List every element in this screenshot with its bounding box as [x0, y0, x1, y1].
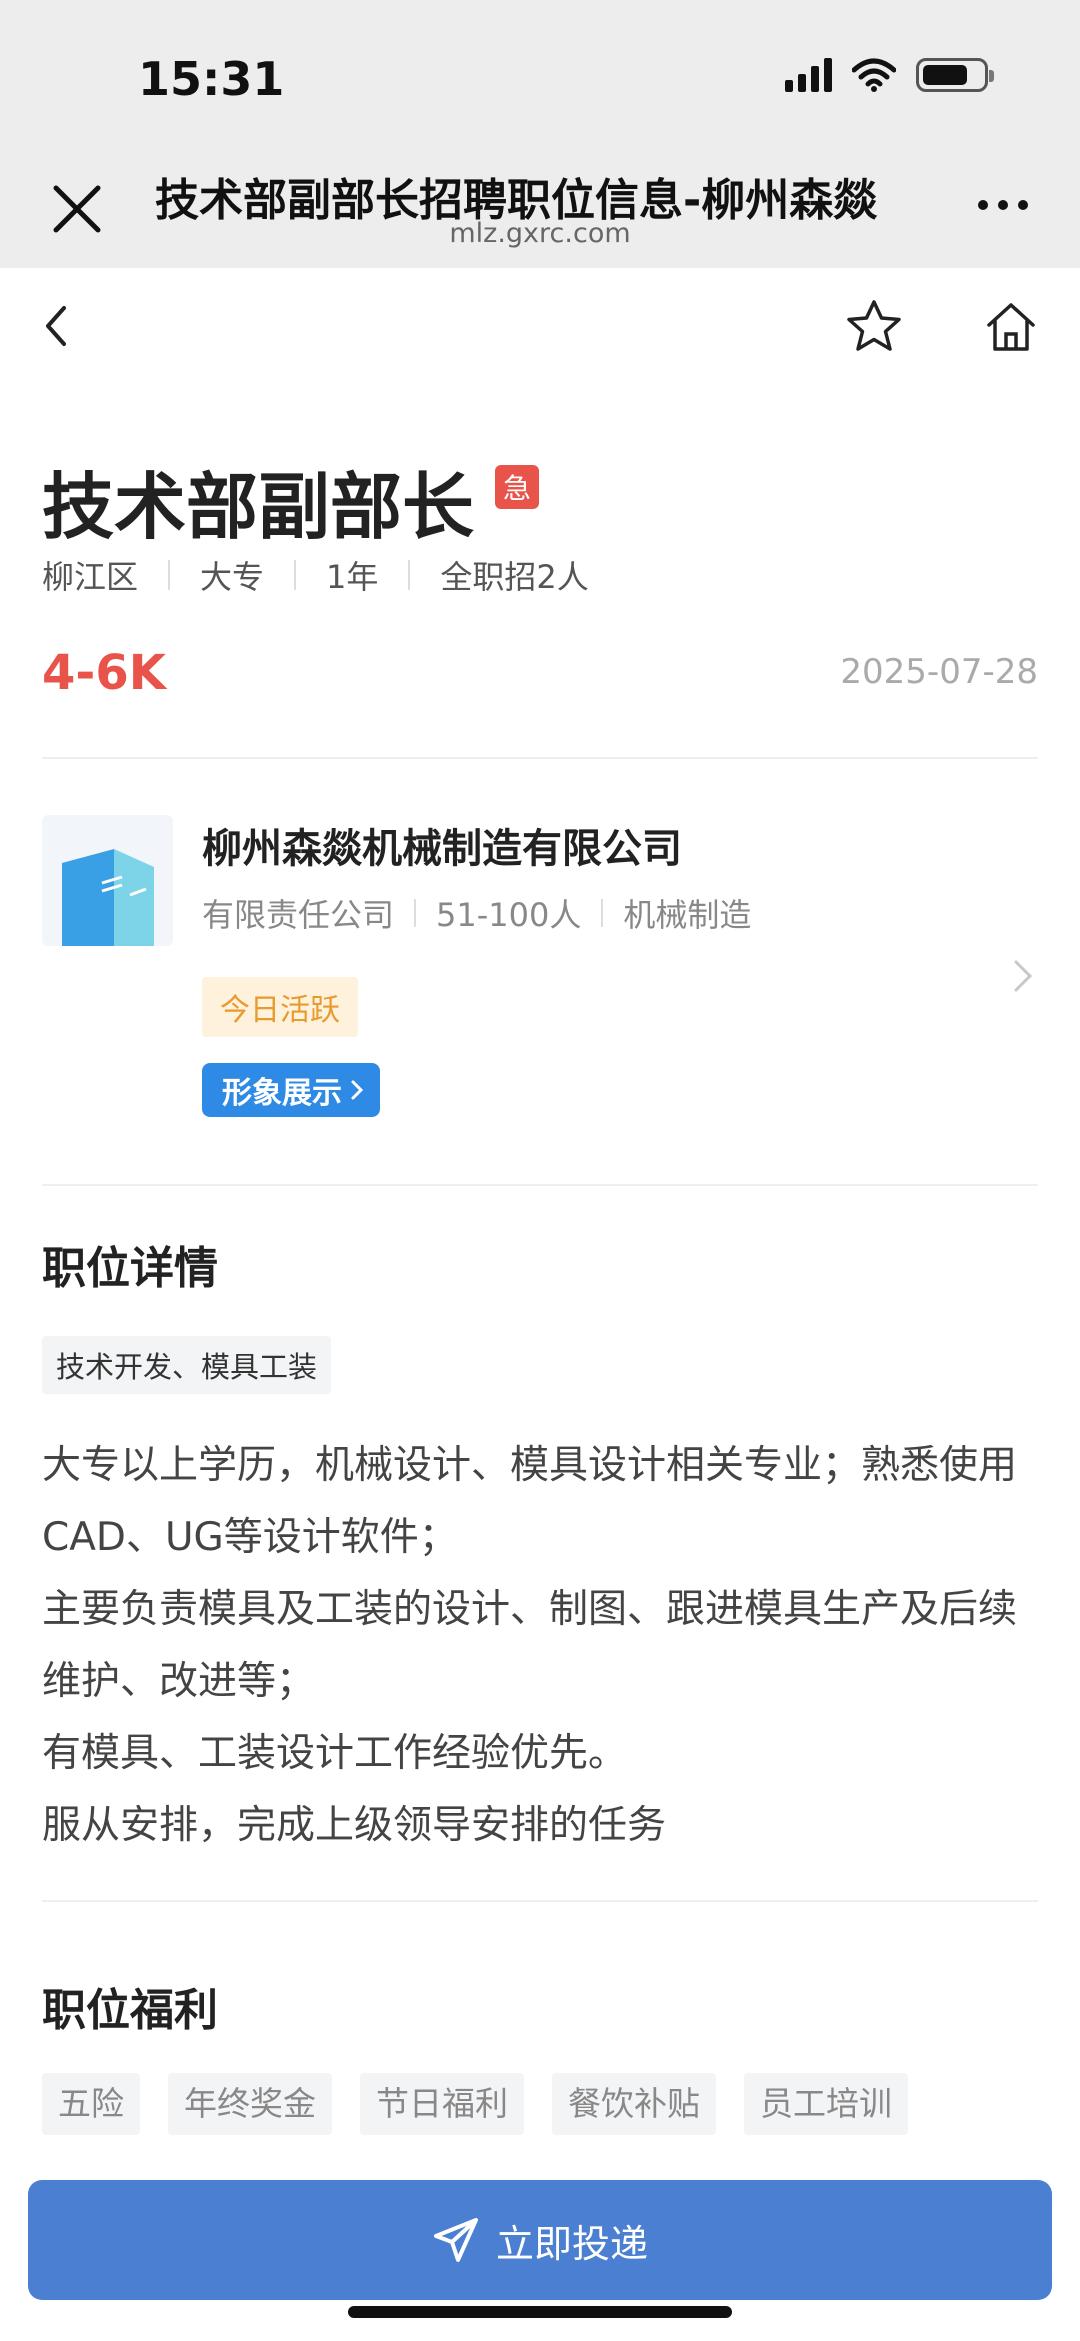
benefit-tag: 年终奖金 — [168, 2073, 332, 2135]
favorite-star-icon[interactable] — [845, 298, 903, 356]
job-type: 全职招2人 — [440, 558, 589, 596]
benefits-section-title: 职位福利 — [42, 1985, 218, 2036]
back-chevron-icon[interactable] — [38, 302, 74, 350]
description-line: 有模具、工装设计工作经验优先。 — [42, 1731, 628, 1776]
send-icon — [433, 2218, 478, 2262]
apply-button-label: 立即投递 — [495, 2221, 648, 2266]
battery-icon — [916, 58, 994, 92]
description-line: 服从安排，完成上级领导安排的任务 — [42, 1803, 667, 1848]
showcase-button[interactable]: 形象展示 — [202, 1063, 380, 1117]
active-badge: 今日活跃 — [202, 977, 358, 1037]
divider — [408, 560, 411, 590]
company-type: 有限责任公司 — [202, 896, 395, 934]
more-menu-icon[interactable] — [978, 200, 1028, 210]
wifi-icon — [852, 58, 896, 92]
company-size: 51-100人 — [436, 896, 582, 934]
showcase-label: 形象展示 — [222, 1076, 342, 1111]
divider — [42, 1184, 1038, 1186]
home-indicator — [348, 2306, 732, 2318]
job-location: 柳江区 — [42, 558, 139, 596]
benefit-tag: 员工培训 — [744, 2073, 908, 2135]
company-name[interactable]: 柳州森燚机械制造有限公司 — [202, 816, 682, 874]
benefit-tag: 餐饮补贴 — [552, 2073, 716, 2135]
home-icon[interactable] — [984, 300, 1038, 354]
company-meta: 有限责任公司 51-100人 机械制造 — [202, 890, 751, 936]
divider — [42, 1900, 1038, 1902]
company-industry: 机械制造 — [623, 896, 752, 934]
benefit-tag: 五险 — [42, 2073, 140, 2135]
divider — [414, 899, 417, 927]
divider — [168, 560, 171, 590]
salary: 4-6K — [42, 645, 166, 701]
description-line: 大专以上学历，机械设计、模具设计相关专业；熟悉使用CAD、UG等设计软件； — [42, 1443, 1018, 1560]
building-icon — [62, 849, 154, 946]
divider — [294, 560, 297, 590]
status-icons — [785, 58, 994, 92]
job-experience: 1年 — [326, 558, 379, 596]
urgent-badge: 急 — [495, 465, 539, 509]
chevron-right-icon — [351, 1080, 364, 1100]
cellular-signal-icon — [785, 58, 832, 92]
divider — [601, 899, 604, 927]
browser-domain: mlz.gxrc.com — [449, 218, 631, 249]
browser-header: 15:31 技术部副部长招聘职位信息-柳州森燚 mlz.gxrc.com — [0, 0, 1080, 268]
company-chevron-right-icon[interactable] — [1010, 958, 1036, 994]
post-date: 2025-07-28 — [840, 652, 1038, 692]
benefits-list: 五险 年终奖金 节日福利 餐饮补贴 员工培训 — [42, 2073, 908, 2135]
category-tag: 技术开发、模具工装 — [42, 1336, 332, 1394]
divider — [42, 757, 1038, 759]
company-logo[interactable] — [42, 815, 173, 946]
job-meta: 柳江区 大专 1年 全职招2人 — [42, 552, 589, 598]
description-line: 主要负责模具及工装的设计、制图、跟进模具生产及后续维护、改进等； — [42, 1587, 1018, 1704]
benefit-tag: 节日福利 — [360, 2073, 524, 2135]
job-education: 大专 — [200, 558, 265, 596]
job-description: 大专以上学历，机械设计、模具设计相关专业；熟悉使用CAD、UG等设计软件； 主要… — [42, 1430, 1042, 1862]
status-time: 15:31 — [138, 52, 285, 106]
job-title: 技术部副部长 — [42, 465, 475, 549]
details-section-title: 职位详情 — [42, 1243, 218, 1294]
apply-button[interactable]: 立即投递 — [28, 2180, 1052, 2300]
